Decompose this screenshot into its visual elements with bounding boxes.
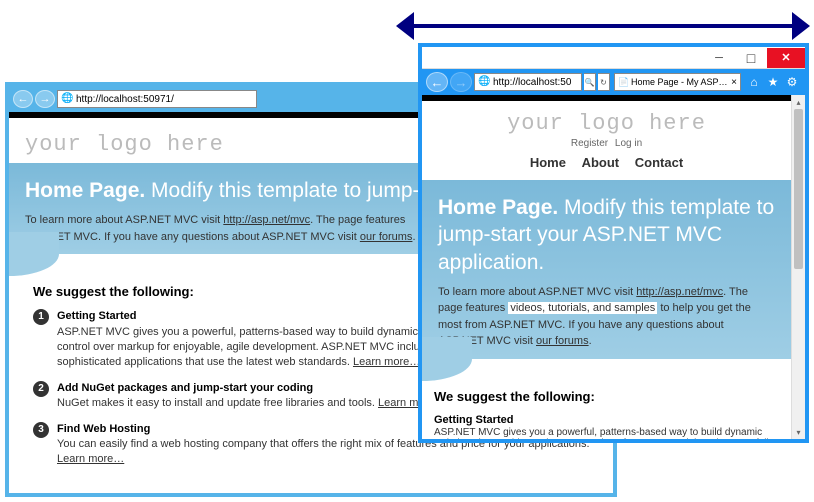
hero-title-bold: Home Page. [438,196,558,219]
list-item: Getting Started ASP.NET MVC gives you a … [434,414,779,439]
url-input[interactable]: 🌐 http://localhost:50 [474,73,582,91]
favorites-icon[interactable]: ★ [764,73,782,91]
auth-links: Register Log in [438,138,775,149]
item-number: 1 [33,309,49,325]
mvc-link[interactable]: http://asp.net/mvc [223,214,310,226]
scroll-up-button[interactable]: ▴ [792,95,805,109]
scroll-down-button[interactable]: ▾ [792,425,805,439]
arrow-shaft [410,24,796,28]
globe-icon: 🌐 [478,76,490,88]
header-area: your logo here Register Log in Home Abou… [422,101,791,180]
chrome-buttons: ⌂ ★ ⚙ [745,73,801,91]
hero-title-bold: Home Page. [25,179,145,202]
globe-icon: 🌐 [61,93,73,105]
url-text: http://localhost:50971/ [76,94,174,105]
address-bar: ← → 🌐 http://localhost:50 🔍 ↻ 📄 Home Pag… [422,69,805,95]
hero-title-rest: Modify this template to jump-start [145,179,460,202]
item-number: 2 [33,381,49,397]
hero-banner: Home Page. Modify this template to jump-… [422,180,791,360]
highlight-text: videos, tutorials, and samples [508,302,657,314]
learn-more-link[interactable]: Learn more… [353,356,420,368]
url-input[interactable]: 🌐 http://localhost:50971/ [57,90,257,108]
forums-link[interactable]: our forums [360,231,413,243]
settings-icon[interactable]: ⚙ [783,73,801,91]
favicon-icon: 📄 [618,77,629,88]
hero-subtext: To learn more about ASP.NET MVC visit ht… [438,284,775,350]
browser-window-narrow: ─ □ ✕ ← → 🌐 http://localhost:50 🔍 ↻ 📄 Ho… [418,43,809,443]
page-content: your logo here Register Log in Home Abou… [422,95,805,439]
suggest-heading: We suggest the following: [434,389,779,404]
logo-text: your logo here [438,111,775,136]
item-desc: ASP.NET MVC gives you a powerful, patter… [434,427,779,439]
vertical-scrollbar[interactable]: ▴ ▾ [791,95,805,439]
scroll-thumb[interactable] [794,109,803,269]
suggestions-section: We suggest the following: Getting Starte… [422,381,791,439]
search-dropdown[interactable]: 🔍 [584,73,596,91]
window-titlebar: ─ □ ✕ [422,47,805,69]
back-button[interactable]: ← [13,90,33,108]
hero-curve [422,359,791,381]
forums-link[interactable]: our forums [536,335,589,347]
mvc-link[interactable]: http://asp.net/mvc [636,286,723,298]
refresh-button[interactable]: ↻ [598,73,610,91]
maximize-button[interactable]: □ [735,48,767,68]
browser-tab[interactable]: 📄 Home Page - My ASP… × [614,73,741,91]
back-button[interactable]: ← [426,72,448,92]
nav-home[interactable]: Home [530,155,566,170]
url-text: http://localhost:50 [493,77,571,88]
item-title: Getting Started [434,414,779,426]
tab-title: Home Page - My ASP… [631,77,728,87]
resize-arrow [396,12,810,40]
hero-title: Home Page. Modify this template to jump-… [438,194,775,276]
item-number: 3 [33,422,49,438]
forward-button[interactable]: → [35,90,55,108]
nav-about[interactable]: About [582,155,620,170]
nav-contact[interactable]: Contact [635,155,683,170]
home-icon[interactable]: ⌂ [745,73,763,91]
tab-close-icon[interactable]: × [728,77,737,88]
login-link[interactable]: Log in [615,138,642,149]
main-nav: Home About Contact [438,155,775,170]
learn-more-link[interactable]: Learn more… [57,453,124,465]
arrow-right-head [792,12,810,40]
forward-button[interactable]: → [450,72,472,92]
minimize-button[interactable]: ─ [703,48,735,68]
close-button[interactable]: ✕ [767,48,805,68]
register-link[interactable]: Register [571,138,608,149]
page-body: your logo here Register Log in Home Abou… [422,101,805,439]
